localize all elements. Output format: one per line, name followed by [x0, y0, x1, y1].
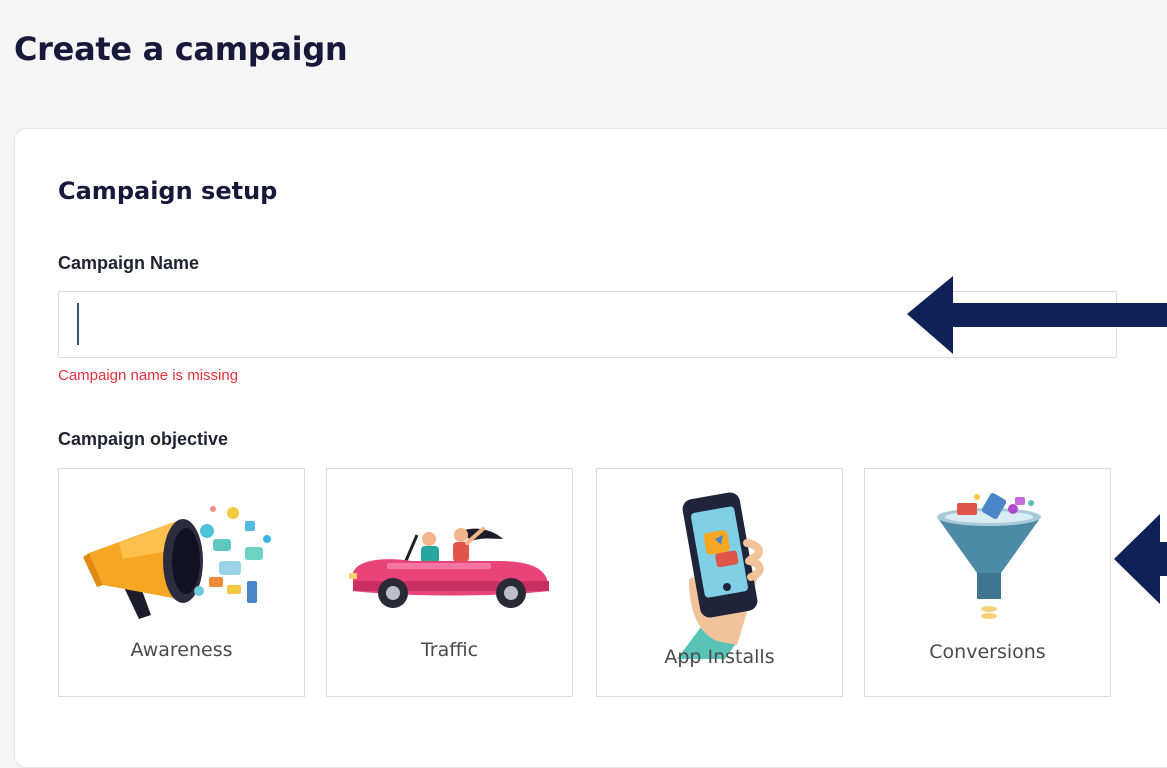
objective-tile-app-installs[interactable]: App Installs: [596, 468, 843, 697]
campaign-name-label: Campaign Name: [58, 253, 200, 273]
campaign-objective-label: Campaign objective: [58, 429, 229, 449]
arrow-left-icon: [1114, 514, 1167, 604]
objective-label-app-installs: App Installs: [664, 646, 775, 668]
convertible-car-icon: [349, 527, 549, 608]
objective-tile-conversions[interactable]: Conversions: [864, 468, 1111, 697]
arrow-left-icon: [907, 276, 1167, 354]
page-title: Create a campaign: [14, 30, 348, 68]
objective-tile-awareness[interactable]: Awareness: [58, 468, 305, 697]
campaign-name-error: Campaign name is missing: [58, 367, 239, 384]
megaphone-icon: [83, 506, 271, 619]
objective-label-traffic: Traffic: [420, 639, 479, 661]
objective-tile-traffic[interactable]: Traffic: [326, 468, 573, 697]
objective-label-conversions: Conversions: [929, 641, 1046, 663]
section-title: Campaign setup: [58, 177, 278, 205]
funnel-icon: [937, 493, 1041, 619]
text-caret: [77, 303, 79, 345]
campaign-setup-card: Campaign setup Campaign Name Campaign na…: [14, 128, 1167, 768]
objective-label-awareness: Awareness: [130, 639, 233, 661]
